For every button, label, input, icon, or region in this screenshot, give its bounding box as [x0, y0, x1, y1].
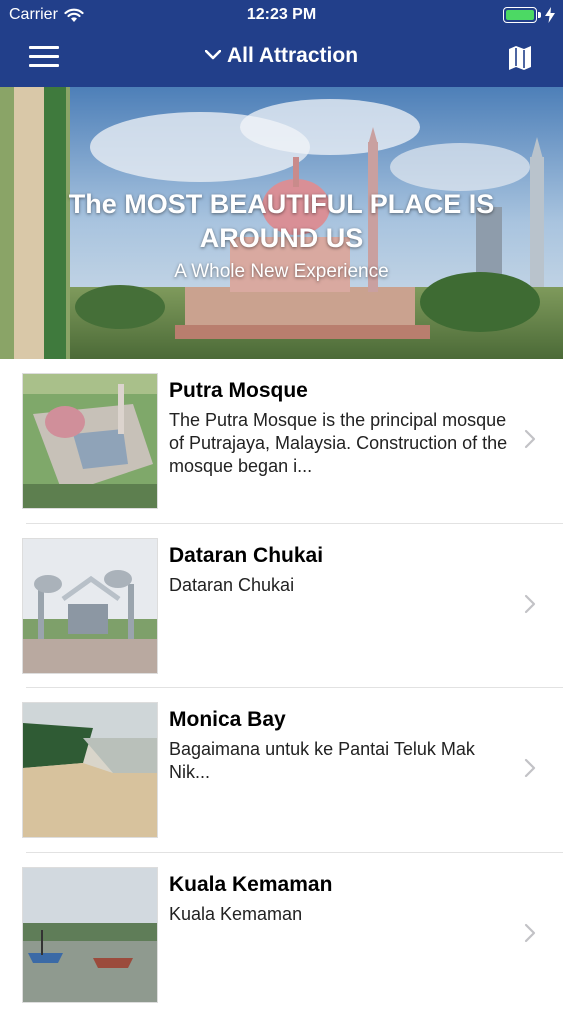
thumbnail-image	[22, 373, 158, 509]
hero-subtitle: A Whole New Experience	[0, 261, 563, 283]
attraction-name: Monica Bay	[169, 708, 286, 732]
map-icon[interactable]	[507, 45, 533, 71]
attraction-name: Putra Mosque	[169, 379, 308, 403]
charging-bolt-icon	[545, 7, 555, 23]
status-bar: Carrier 12:23 PM	[0, 0, 563, 30]
attraction-description: The Putra Mosque is the principal mosque…	[169, 409, 509, 478]
chevron-right-icon	[523, 758, 537, 778]
attraction-description: Bagaimana untuk ke Pantai Teluk Mak Nik.…	[169, 738, 509, 784]
battery-indicator	[503, 7, 555, 23]
battery-icon	[503, 7, 537, 23]
list-item[interactable]: Putra Mosque The Putra Mosque is the pri…	[0, 359, 563, 524]
nav-title: All Attraction	[227, 44, 358, 67]
list-item[interactable]: Kuala Kemaman Kuala Kemaman	[0, 853, 563, 1017]
attraction-name: Dataran Chukai	[169, 544, 323, 568]
hero-title: The MOST BEAUTIFUL PLACE IS AROUND US	[40, 187, 523, 255]
clock: 12:23 PM	[0, 6, 563, 24]
attraction-list: Putra Mosque The Putra Mosque is the pri…	[0, 359, 563, 1017]
list-item[interactable]: Monica Bay Bagaimana untuk ke Pantai Tel…	[0, 688, 563, 853]
hero-banner: The MOST BEAUTIFUL PLACE IS AROUND US A …	[0, 87, 563, 359]
thumbnail-image	[22, 538, 158, 674]
thumbnail-image	[22, 867, 158, 1003]
attraction-description: Dataran Chukai	[169, 574, 509, 597]
chevron-right-icon	[523, 923, 537, 943]
chevron-down-icon	[205, 47, 221, 65]
attraction-name: Kuala Kemaman	[169, 873, 332, 897]
chevron-right-icon	[523, 594, 537, 614]
attraction-description: Kuala Kemaman	[169, 903, 509, 926]
thumbnail-image	[22, 702, 158, 838]
list-item[interactable]: Dataran Chukai Dataran Chukai	[0, 524, 563, 689]
category-dropdown[interactable]: All Attraction	[0, 44, 563, 68]
chevron-right-icon	[523, 429, 537, 449]
navigation-bar: All Attraction	[0, 30, 563, 87]
